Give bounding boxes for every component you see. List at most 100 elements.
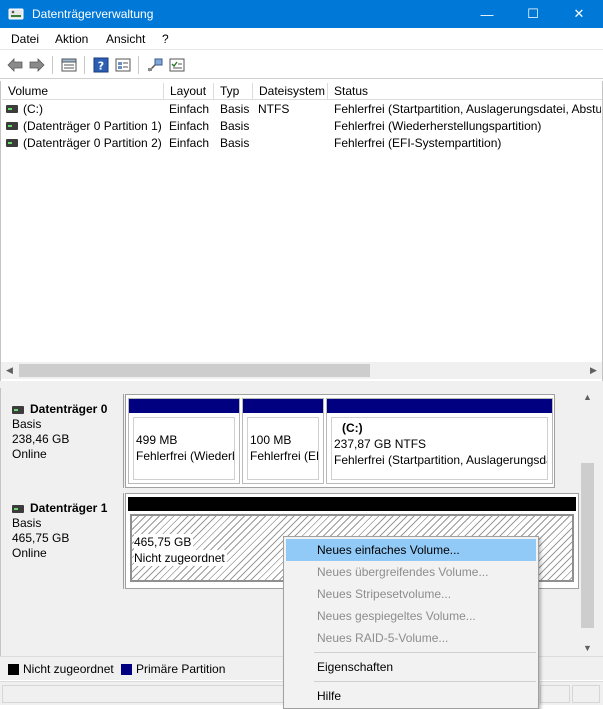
- menu-item-help[interactable]: Hilfe: [286, 685, 536, 707]
- disk-0-state: Online: [12, 447, 47, 461]
- volume-status: Fehlerfrei (Wiederherstellungspartition): [334, 119, 542, 133]
- partition-c[interactable]: (C:) 237,87 GB NTFS Fehlerfrei (Startpar…: [326, 398, 553, 484]
- disk-0-size: 238,46 GB: [12, 432, 70, 446]
- legend-unallocated-label: Nicht zugeordnet: [23, 662, 114, 676]
- legend-primary-swatch: [121, 664, 132, 675]
- menu-item-new-simple-volume[interactable]: Neues einfaches Volume...: [286, 539, 536, 561]
- column-header-status[interactable]: Status: [328, 83, 602, 100]
- connect-icon[interactable]: [146, 56, 164, 74]
- volume-layout: Einfach: [169, 119, 210, 133]
- partition-title: (C:): [342, 421, 363, 435]
- horizontal-scrollbar[interactable]: ◀ ▶: [1, 362, 602, 379]
- disk-0-type: Basis: [12, 417, 42, 431]
- menu-help[interactable]: ?: [162, 32, 169, 46]
- volume-list-panel: Volume Layout Typ Dateisystem Status (C:…: [0, 81, 603, 381]
- disk-0-name: Datenträger 0: [30, 402, 108, 416]
- partition-size: 499 MB: [136, 433, 178, 447]
- menu-separator: [314, 681, 536, 682]
- partition-status: Nicht zugeordnet: [134, 550, 227, 566]
- panel-splitter[interactable]: [0, 381, 603, 388]
- settings-icon[interactable]: [168, 56, 186, 74]
- disk-icon: [12, 406, 24, 414]
- volume-row[interactable]: (Datenträger 0 Partition 2) Einfach Basi…: [1, 135, 602, 152]
- column-header-typ[interactable]: Typ: [214, 83, 253, 100]
- partition-status: Fehlerfrei (EFI-Systempartition): [250, 449, 318, 463]
- disk-0-label[interactable]: Datenträger 0 Basis 238,46 GB Online: [4, 394, 124, 488]
- vertical-scrollbar[interactable]: ▲ ▼: [579, 388, 596, 656]
- disk-icon: [12, 505, 24, 513]
- scroll-down-icon[interactable]: ▼: [579, 639, 596, 656]
- volume-name: (C:): [23, 102, 43, 116]
- disk-1-label[interactable]: Datenträger 1 Basis 465,75 GB Online: [4, 493, 124, 589]
- partition-status: Fehlerfrei (Startpartition, Auslagerungs…: [334, 453, 547, 467]
- menu-separator: [314, 652, 536, 653]
- column-header-volume[interactable]: Volume: [2, 83, 164, 100]
- menu-item-new-mirrored-volume[interactable]: Neues gespiegeltes Volume...: [286, 605, 536, 627]
- close-button[interactable]: ✕: [556, 0, 602, 28]
- disk-1-state: Online: [12, 546, 47, 560]
- volume-layout: Einfach: [169, 102, 210, 116]
- volume-layout: Einfach: [169, 136, 210, 150]
- help-icon[interactable]: ?: [92, 56, 110, 74]
- volume-name: (Datenträger 0 Partition 1): [23, 119, 161, 133]
- list-view-icon[interactable]: [60, 56, 78, 74]
- scroll-left-icon[interactable]: ◀: [1, 362, 18, 379]
- volume-icon: [6, 122, 18, 130]
- disk-management-app-icon: [8, 8, 24, 20]
- maximize-button[interactable]: ☐: [510, 0, 556, 28]
- volume-status: Fehlerfrei (Startpartition, Auslagerungs…: [334, 102, 601, 116]
- toolbar-separator: [138, 56, 139, 74]
- volume-dateisystem: NTFS: [258, 102, 290, 116]
- partition-efi[interactable]: 100 MB Fehlerfrei (EFI-Systempartition): [242, 398, 324, 484]
- back-icon[interactable]: [6, 56, 24, 74]
- volume-typ: Basis: [220, 136, 250, 150]
- partition-size: 237,87 GB NTFS: [334, 437, 427, 451]
- title-bar: Datenträgerverwaltung — ☐ ✕: [0, 0, 603, 28]
- context-menu: Neues einfaches Volume... Neues übergrei…: [283, 536, 539, 709]
- menu-item-new-striped-volume[interactable]: Neues Stripesetvolume...: [286, 583, 536, 605]
- volume-name: (Datenträger 0 Partition 2): [23, 136, 161, 150]
- svg-text:?: ?: [98, 60, 104, 73]
- status-section: [2, 685, 284, 703]
- status-section: [572, 685, 600, 703]
- disk-1-type: Basis: [12, 516, 42, 530]
- minimize-button[interactable]: —: [464, 0, 510, 28]
- partition-status: Fehlerfrei (Wiederherstellungspartition): [136, 449, 234, 463]
- toolbar-separator: [84, 56, 85, 74]
- toolbar: ?: [0, 51, 603, 79]
- partition-size: 465,75 GB: [134, 534, 194, 550]
- primary-partition-bar: [327, 399, 552, 413]
- menu-aktion[interactable]: Aktion: [55, 32, 88, 46]
- window-title: Datenträgerverwaltung: [32, 7, 154, 21]
- column-header-layout[interactable]: Layout: [164, 83, 214, 100]
- partition-size: 100 MB: [250, 433, 292, 447]
- column-header-dateisystem[interactable]: Dateisystem: [253, 83, 328, 100]
- volume-icon: [6, 105, 18, 113]
- menu-ansicht[interactable]: Ansicht: [106, 32, 145, 46]
- menu-item-properties[interactable]: Eigenschaften: [286, 656, 536, 678]
- menu-datei[interactable]: Datei: [11, 32, 39, 46]
- legend-unallocated-swatch: [8, 664, 19, 675]
- toolbar-separator: [52, 56, 53, 74]
- properties-icon[interactable]: [114, 56, 132, 74]
- menu-item-new-raid5-volume[interactable]: Neues RAID-5-Volume...: [286, 627, 536, 649]
- scroll-right-icon[interactable]: ▶: [585, 362, 602, 379]
- disk-0-layout: 499 MB Fehlerfrei (Wiederherstellungspar…: [125, 394, 555, 488]
- disk-1-size: 465,75 GB: [12, 531, 70, 545]
- horizontal-scroll-thumb[interactable]: [19, 364, 370, 377]
- volume-status: Fehlerfrei (EFI-Systempartition): [334, 136, 502, 150]
- primary-partition-bar: [243, 399, 323, 413]
- disk-1-name: Datenträger 1: [30, 501, 108, 515]
- partition-recovery[interactable]: 499 MB Fehlerfrei (Wiederherstellungspar…: [128, 398, 240, 484]
- vertical-scroll-thumb[interactable]: [581, 463, 594, 628]
- forward-icon[interactable]: [28, 56, 46, 74]
- unallocated-bar: [128, 497, 576, 511]
- volume-typ: Basis: [220, 119, 250, 133]
- primary-partition-bar: [129, 399, 239, 413]
- volume-icon: [6, 139, 18, 147]
- menu-item-new-spanned-volume[interactable]: Neues übergreifendes Volume...: [286, 561, 536, 583]
- legend-primary-label: Primäre Partition: [136, 662, 226, 676]
- scroll-up-icon[interactable]: ▲: [579, 388, 596, 405]
- volume-row[interactable]: (C:) Einfach Basis NTFS Fehlerfrei (Star…: [1, 101, 602, 118]
- volume-row[interactable]: (Datenträger 0 Partition 1) Einfach Basi…: [1, 118, 602, 135]
